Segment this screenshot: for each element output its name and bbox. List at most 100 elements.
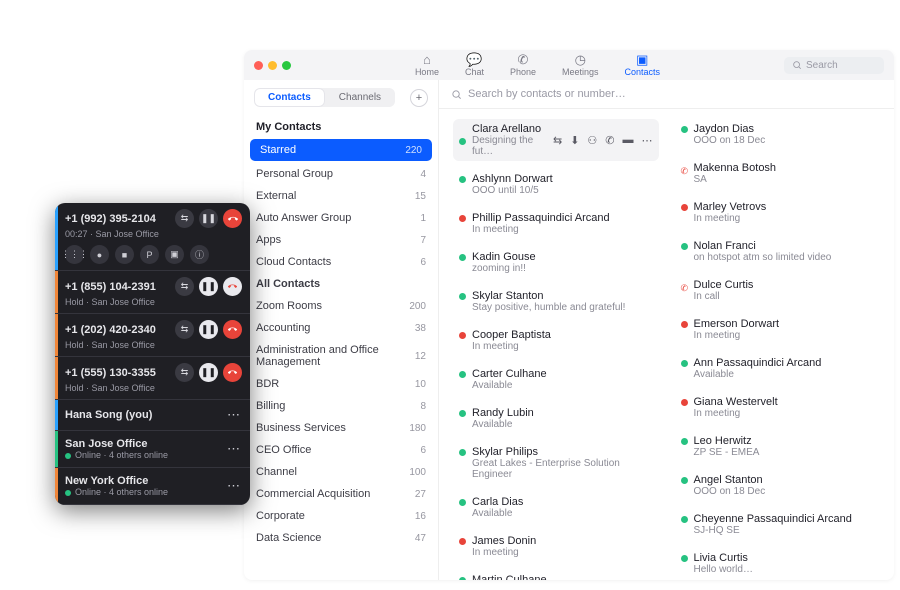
contact-status: In meeting bbox=[472, 224, 610, 235]
contact-name: Giana Westervelt bbox=[694, 396, 778, 408]
held-call[interactable]: +1 (855) 104-2391 ⇆ ❚❚ Hold · San Jose O… bbox=[55, 271, 250, 314]
contact-card[interactable]: Nolan Francion hotspot atm so limited vi… bbox=[675, 236, 881, 267]
contact-card[interactable]: Marley VetrovsIn meeting bbox=[675, 197, 881, 228]
contact-card[interactable]: Livia CurtisHello world… bbox=[675, 548, 881, 579]
pause-button[interactable]: ❚❚ bbox=[199, 209, 218, 228]
sidebar-item-count: 8 bbox=[420, 401, 426, 412]
contact-card[interactable]: Cooper BaptistaIn meeting bbox=[453, 325, 659, 356]
contact-card[interactable]: Randy LubinAvailable bbox=[453, 403, 659, 434]
video-button[interactable]: ■ bbox=[115, 245, 134, 264]
group-icon[interactable]: ⚇ bbox=[587, 134, 597, 147]
contact-name: Ann Passaquindici Arcand bbox=[694, 357, 822, 369]
contact-card[interactable]: Cheyenne Passaquindici ArcandSJ-HQ SE bbox=[675, 509, 881, 540]
zoom-dot[interactable] bbox=[282, 61, 291, 70]
sidebar-item[interactable]: Commercial Acquisition27 bbox=[244, 483, 438, 505]
minimize-dot[interactable] bbox=[268, 61, 277, 70]
download-icon[interactable]: ⬇ bbox=[570, 134, 579, 147]
hangup-button[interactable] bbox=[223, 363, 242, 382]
transfer-icon[interactable]: ⇆ bbox=[553, 134, 562, 147]
nav-phone[interactable]: ✆Phone bbox=[510, 53, 536, 77]
presence-icon bbox=[681, 282, 688, 289]
sidebar-item[interactable]: Auto Answer Group1 bbox=[244, 207, 438, 229]
info-button[interactable]: ⓘ bbox=[190, 245, 209, 264]
contact-card[interactable]: Angel StantonOOO on 18 Dec bbox=[675, 470, 881, 501]
sidebar-item[interactable]: Data Science47 bbox=[244, 527, 438, 549]
transfer-button[interactable]: ⇆ bbox=[175, 209, 194, 228]
transfer-button[interactable]: ⇆ bbox=[175, 320, 194, 339]
transfer-button[interactable]: ⇆ bbox=[175, 363, 194, 382]
held-call[interactable]: +1 (202) 420-2340 ⇆ ❚❚ Hold · San Jose O… bbox=[55, 314, 250, 357]
global-search[interactable]: Search bbox=[784, 57, 884, 74]
line-row[interactable]: New York OfficeOnline · 4 others online … bbox=[55, 468, 250, 505]
line-row[interactable]: San Jose OfficeOnline · 4 others online … bbox=[55, 431, 250, 468]
contact-card[interactable]: Phillip Passaquindici ArcandIn meeting bbox=[453, 208, 659, 239]
nav-contacts[interactable]: ▣Contacts bbox=[625, 53, 661, 77]
tab-contacts[interactable]: Contacts bbox=[254, 88, 325, 107]
sidebar-item[interactable]: BDR10 bbox=[244, 373, 438, 395]
sidebar-item[interactable]: Channel100 bbox=[244, 461, 438, 483]
contact-card[interactable]: Skylar StantonStay positive, humble and … bbox=[453, 286, 659, 317]
presence-icon bbox=[459, 410, 466, 417]
contact-card[interactable]: Makenna BotoshSA bbox=[675, 158, 881, 189]
more-icon[interactable]: ⋯ bbox=[227, 441, 240, 457]
contact-card[interactable]: Carla DiasAvailable bbox=[453, 492, 659, 523]
record-button[interactable]: ● bbox=[90, 245, 109, 264]
contact-card[interactable]: Ashlynn DorwartOOO until 10/5 bbox=[453, 169, 659, 200]
nav-chat[interactable]: 💬Chat bbox=[465, 53, 484, 77]
pause-button[interactable]: ❚❚ bbox=[199, 320, 218, 339]
contact-card[interactable]: Carter CulhaneAvailable bbox=[453, 364, 659, 395]
sidebar-item[interactable]: Accounting38 bbox=[244, 317, 438, 339]
nav-meetings[interactable]: ◷Meetings bbox=[562, 53, 599, 77]
park-button[interactable]: P bbox=[140, 245, 159, 264]
close-dot[interactable] bbox=[254, 61, 263, 70]
hangup-button[interactable] bbox=[223, 277, 242, 296]
contact-status: Available bbox=[472, 419, 534, 430]
keypad-button[interactable]: ⋮⋮⋮ bbox=[65, 245, 84, 264]
active-call[interactable]: +1 (992) 395-2104 ⇆ ❚❚ 00:27 · San Jose … bbox=[55, 203, 250, 271]
contact-card[interactable]: Skylar PhilipsGreat Lakes - Enterprise S… bbox=[453, 442, 659, 484]
line-row[interactable]: Hana Song (you) ⋯ bbox=[55, 400, 250, 431]
contact-card[interactable]: Martin CulhaneOOO on 18 Dec bbox=[453, 570, 659, 580]
contact-card[interactable]: Kadin Gousezooming in!! bbox=[453, 247, 659, 278]
contact-card[interactable]: Ann Passaquindici ArcandAvailable bbox=[675, 353, 881, 384]
pause-button[interactable]: ❚❚ bbox=[199, 363, 218, 382]
contacts-col-left: Clara ArellanoDesigning the fut…⇆⬇⚇✆▬⋯As… bbox=[453, 119, 659, 570]
sidebar-item[interactable]: Apps7 bbox=[244, 229, 438, 251]
contact-card[interactable]: Giana WesterveltIn meeting bbox=[675, 392, 881, 423]
transfer-button[interactable]: ⇆ bbox=[175, 277, 194, 296]
contact-status: OOO until 10/5 bbox=[472, 185, 553, 196]
pause-button[interactable]: ❚❚ bbox=[199, 277, 218, 296]
camera-button[interactable]: ▣ bbox=[165, 245, 184, 264]
more-icon[interactable]: ⋯ bbox=[227, 478, 240, 494]
sidebar-item[interactable]: CEO Office6 bbox=[244, 439, 438, 461]
contact-card[interactable]: Dulce CurtisIn call bbox=[675, 275, 881, 306]
contact-card[interactable]: Leo HerwitzZP SE - EMEA bbox=[675, 431, 881, 462]
sidebar-item[interactable]: All Contacts bbox=[244, 273, 438, 295]
more-icon[interactable]: ⋯ bbox=[227, 407, 240, 423]
hangup-button[interactable] bbox=[223, 209, 242, 228]
sidebar-item[interactable]: Zoom Rooms200 bbox=[244, 295, 438, 317]
contact-card[interactable]: Jaydon DiasOOO on 18 Dec bbox=[675, 119, 881, 150]
sidebar-item[interactable]: Business Services180 bbox=[244, 417, 438, 439]
sidebar-item-count: 38 bbox=[415, 323, 426, 334]
contact-search[interactable]: Search by contacts or number… bbox=[439, 80, 894, 109]
sidebar-item[interactable]: Cloud Contacts6 bbox=[244, 251, 438, 273]
contact-card[interactable]: James DoninIn meeting bbox=[453, 531, 659, 562]
phone-icon[interactable]: ✆ bbox=[605, 134, 614, 147]
nav-home[interactable]: ⌂Home bbox=[415, 53, 439, 77]
held-call[interactable]: +1 (555) 130-3355 ⇆ ❚❚ Hold · San Jose O… bbox=[55, 357, 250, 400]
sidebar-item[interactable]: Administration and Office Management12 bbox=[244, 339, 438, 373]
sidebar-item[interactable]: Personal Group4 bbox=[244, 163, 438, 185]
tab-channels[interactable]: Channels bbox=[325, 88, 395, 107]
contact-card[interactable]: Clara ArellanoDesigning the fut…⇆⬇⚇✆▬⋯ bbox=[453, 119, 659, 161]
sidebar-item[interactable]: Corporate16 bbox=[244, 505, 438, 527]
add-button[interactable]: + bbox=[410, 89, 428, 107]
sidebar-item[interactable]: External15 bbox=[244, 185, 438, 207]
more-icon[interactable]: ⋯ bbox=[642, 134, 653, 147]
chat-icon[interactable]: ▬ bbox=[623, 134, 634, 147]
sidebar-item[interactable]: Starred220 bbox=[250, 139, 432, 161]
sidebar-item[interactable]: Billing8 bbox=[244, 395, 438, 417]
sidebar-header: My Contacts bbox=[244, 113, 438, 137]
contact-card[interactable]: Emerson DorwartIn meeting bbox=[675, 314, 881, 345]
hangup-button[interactable] bbox=[223, 320, 242, 339]
